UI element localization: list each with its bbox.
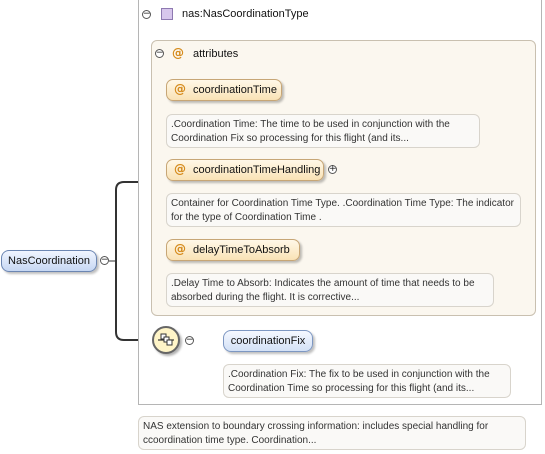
attribute-icon: @: [174, 162, 186, 176]
attributes-collapse-toggle[interactable]: −: [155, 49, 164, 58]
child-element-coordination-fix[interactable]: coordinationFix: [223, 330, 313, 352]
attributes-group-label: attributes: [193, 48, 239, 60]
child-documentation: .Coordination Fix: The fix to be used in…: [223, 364, 511, 398]
attribute-documentation: Container for Coordination Time Type. .C…: [166, 193, 521, 227]
documentation-text: .Delay Time to Absorb: Indicates the amo…: [171, 278, 475, 303]
attribute-expand-toggle[interactable]: +: [328, 165, 337, 174]
attribute-documentation: .Delay Time to Absorb: Indicates the amo…: [166, 273, 494, 307]
root-documentation: NAS extension to boundary crossing infor…: [138, 416, 526, 450]
type-collapse-toggle[interactable]: −: [142, 10, 151, 19]
root-element-nas-coordination[interactable]: NasCoordination: [1, 250, 97, 272]
attribute-name: coordinationTimeHandling: [193, 164, 321, 176]
documentation-text: .Coordination Time: The time to be used …: [171, 119, 450, 144]
attribute-name: delayTimeToAbsorb: [193, 244, 290, 256]
attribute-coordination-time-handling[interactable]: @ coordinationTimeHandling: [166, 159, 324, 181]
attribute-coordination-time[interactable]: @ coordinationTime: [166, 79, 282, 101]
documentation-text: Container for Coordination Time Type. .C…: [171, 198, 514, 223]
attribute-icon: @: [174, 242, 186, 256]
attribute-icon: @: [174, 82, 186, 96]
attributes-icon: @: [172, 46, 184, 60]
attribute-name: coordinationTime: [193, 84, 277, 96]
root-collapse-toggle[interactable]: −: [100, 256, 109, 265]
documentation-text: .Coordination Fix: The fix to be used in…: [228, 369, 490, 394]
complex-type-name: nas:NasCoordinationType: [182, 8, 309, 20]
sequence-compositor[interactable]: [152, 326, 180, 354]
attribute-documentation: .Coordination Time: The time to be used …: [166, 114, 480, 148]
sequence-icon: [158, 333, 174, 346]
complex-type-icon: [161, 8, 173, 20]
documentation-text: NAS extension to boundary crossing infor…: [143, 421, 489, 446]
attribute-delay-time-to-absorb[interactable]: @ delayTimeToAbsorb: [166, 239, 300, 261]
sequence-collapse-toggle[interactable]: −: [185, 336, 194, 345]
